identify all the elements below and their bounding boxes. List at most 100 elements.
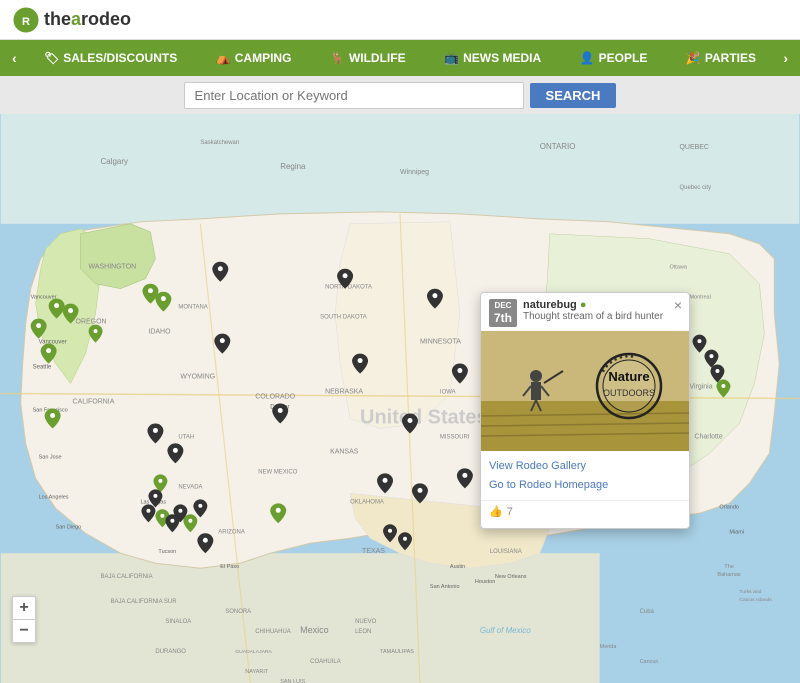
svg-text:Merida: Merida — [600, 644, 618, 650]
popup-username: naturebug ● — [523, 299, 681, 311]
svg-text:New Orleans: New Orleans — [495, 574, 527, 580]
popup-header: DEC 7th naturebug ● Thought stream of a … — [481, 293, 689, 331]
svg-text:Orlando: Orlando — [719, 504, 739, 510]
news-icon: 📺 — [444, 51, 459, 65]
svg-text:Tucson: Tucson — [158, 549, 176, 555]
thumbs-icon: 👍 — [489, 505, 503, 518]
nav-camping-label: CAMPING — [235, 51, 292, 65]
svg-text:WYOMING: WYOMING — [180, 374, 215, 381]
svg-text:COLORADO: COLORADO — [255, 394, 295, 401]
svg-text:Charlotte: Charlotte — [694, 433, 722, 440]
svg-text:UTAH: UTAH — [178, 434, 194, 440]
svg-text:Nature: Nature — [608, 369, 649, 384]
nav-item-news[interactable]: 📺 NEWS MEDIA — [438, 51, 547, 65]
svg-text:Cancun: Cancun — [640, 659, 659, 665]
svg-text:SINALOA: SINALOA — [165, 619, 191, 625]
svg-text:Cuba: Cuba — [640, 609, 655, 615]
rodeo-homepage-link[interactable]: Go to Rodeo Homepage — [489, 476, 681, 495]
svg-text:KANSAS: KANSAS — [330, 448, 359, 455]
navigation-bar: ‹ 🏷 SALES/DISCOUNTS ⛺ CAMPING 🦌 WILDLIFE… — [0, 40, 800, 76]
map-popup: × DEC 7th naturebug ● Thought stream of … — [480, 292, 690, 529]
popup-links: View Rodeo Gallery Go to Rodeo Homepage — [481, 451, 689, 496]
svg-text:Austin: Austin — [450, 564, 465, 570]
svg-text:NEW MEXICO: NEW MEXICO — [258, 469, 297, 475]
svg-text:NORTH DAKOTA: NORTH DAKOTA — [325, 285, 372, 291]
svg-text:NEBRASKA: NEBRASKA — [325, 389, 363, 396]
svg-text:Calgary: Calgary — [101, 157, 128, 166]
svg-text:R: R — [22, 16, 30, 28]
svg-text:OUTDOORS: OUTDOORS — [603, 388, 655, 398]
search-input[interactable] — [184, 82, 524, 109]
svg-text:Houston: Houston — [475, 579, 495, 585]
svg-text:BAJA CALIFORNIA SUR: BAJA CALIFORNIA SUR — [111, 599, 178, 605]
nav-item-parties[interactable]: 🎉 PARTIES — [680, 51, 762, 65]
nav-item-camping[interactable]: ⛺ CAMPING — [210, 51, 298, 65]
svg-text:WASHINGTON: WASHINGTON — [89, 264, 137, 271]
svg-text:SOUTH DAKOTA: SOUTH DAKOTA — [320, 315, 367, 321]
svg-text:SAN LUIS: SAN LUIS — [280, 679, 305, 683]
svg-text:San Diego: San Diego — [56, 524, 82, 530]
search-button[interactable]: SEARCH — [530, 83, 617, 108]
svg-text:Miami: Miami — [729, 529, 744, 535]
popup-day: 7th — [493, 311, 513, 325]
nav-items: 🏷 SALES/DISCOUNTS ⛺ CAMPING 🦌 WILDLIFE 📺… — [25, 51, 776, 65]
svg-text:Ottawa: Ottawa — [670, 265, 688, 271]
svg-text:OREGON: OREGON — [76, 319, 107, 326]
svg-text:LOUISIANA: LOUISIANA — [490, 549, 522, 555]
svg-text:MISSOURI: MISSOURI — [440, 434, 470, 440]
svg-text:Bahamas: Bahamas — [717, 572, 740, 578]
svg-text:TEXAS: TEXAS — [362, 548, 385, 555]
nav-left-arrow[interactable]: ‹ — [4, 50, 25, 66]
wildlife-icon: 🦌 — [330, 51, 345, 65]
svg-text:CALIFORNIA: CALIFORNIA — [73, 398, 115, 405]
svg-text:Los Angeles: Los Angeles — [39, 494, 69, 500]
sales-icon: 🏷 — [44, 51, 59, 65]
svg-text:SONORA: SONORA — [225, 609, 251, 615]
people-icon: 👤 — [580, 51, 595, 65]
popup-subtitle: Thought stream of a bird hunter — [523, 311, 681, 322]
svg-text:IOWA: IOWA — [440, 390, 456, 396]
popup-image: Nature OUTDOORS ● ● ● ● ● ● ● — [481, 331, 689, 451]
svg-text:Gulf of Mexico: Gulf of Mexico — [480, 626, 531, 635]
zoom-in-button[interactable]: + — [13, 597, 35, 619]
svg-text:CHIHUAHUA: CHIHUAHUA — [255, 629, 291, 635]
svg-text:OKLAHOMA: OKLAHOMA — [350, 499, 384, 505]
zoom-out-button[interactable]: − — [13, 620, 35, 642]
svg-text:Virginia: Virginia — [689, 384, 712, 391]
popup-footer: 👍 7 — [481, 500, 689, 520]
logo-icon: R — [12, 6, 40, 34]
popup-date-badge: DEC 7th — [489, 299, 517, 327]
svg-text:Saskatchewan: Saskatchewan — [200, 140, 239, 146]
svg-text:LEON: LEON — [355, 629, 371, 635]
nav-item-sales[interactable]: 🏷 SALES/DISCOUNTS — [38, 51, 183, 65]
map-container[interactable]: WASHINGTON OREGON CALIFORNIA IDAHO MONTA… — [0, 114, 800, 683]
nav-item-people[interactable]: 👤 PEOPLE — [574, 51, 654, 65]
logo[interactable]: R thearodeo — [12, 6, 131, 34]
svg-text:Montreal: Montreal — [689, 295, 710, 301]
view-gallery-link[interactable]: View Rodeo Gallery — [489, 457, 681, 476]
popup-close-button[interactable]: × — [674, 298, 682, 312]
popup-month: DEC — [493, 301, 513, 311]
nav-wildlife-label: WILDLIFE — [349, 51, 406, 65]
search-bar: SEARCH — [0, 76, 800, 114]
svg-text:IDAHO: IDAHO — [148, 329, 171, 336]
svg-text:DURANGO: DURANGO — [155, 649, 186, 655]
svg-text:The: The — [724, 564, 733, 570]
svg-text:Turks and: Turks and — [739, 589, 761, 595]
svg-text:Regina: Regina — [280, 162, 306, 171]
svg-text:ONTARIO: ONTARIO — [540, 142, 576, 151]
svg-text:ARIZONA: ARIZONA — [218, 529, 245, 535]
nav-item-wildlife[interactable]: 🦌 WILDLIFE — [324, 51, 412, 65]
svg-text:MONTANA: MONTANA — [178, 305, 207, 311]
nav-sales-label: SALES/DISCOUNTS — [63, 51, 177, 65]
svg-text:QUEBEC: QUEBEC — [680, 144, 709, 151]
svg-text:BAJA CALIFORNIA: BAJA CALIFORNIA — [101, 574, 153, 580]
svg-text:San Jose: San Jose — [39, 454, 62, 460]
nav-people-label: PEOPLE — [599, 51, 648, 65]
svg-text:San Antonio: San Antonio — [430, 584, 460, 590]
svg-text:TAMAULIPAS: TAMAULIPAS — [380, 649, 414, 655]
zoom-controls: + − — [12, 596, 36, 643]
svg-text:COAHUILA: COAHUILA — [310, 659, 341, 665]
nav-right-arrow[interactable]: › — [775, 50, 796, 66]
popup-user-info: naturebug ● Thought stream of a bird hun… — [523, 299, 681, 322]
